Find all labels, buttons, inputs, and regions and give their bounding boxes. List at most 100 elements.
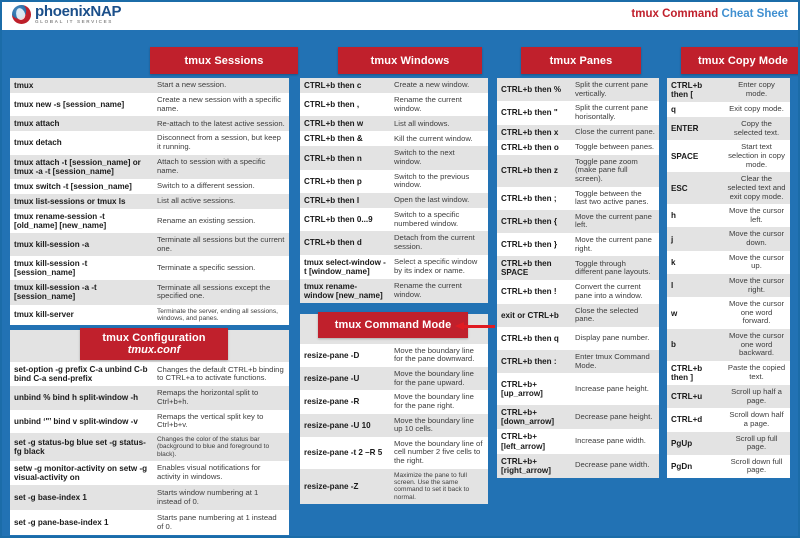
section-title-configuration: tmux Configuration tmux.conf	[80, 328, 228, 361]
row-key: tmux kill-session -a	[14, 240, 90, 250]
table-row: CTRL+b+ [up_arrow] Increase pane height.	[497, 373, 659, 406]
table-row: tmux rename-session -t [old_name] [new_n…	[10, 208, 289, 233]
logo-word-phoenix: phoenix	[35, 3, 91, 20]
row-desc: Scroll up full page.	[735, 433, 778, 452]
row-key: l	[671, 281, 674, 291]
column-copy-mode: tmux Copy Mode CTRL+b then [Enter copy m…	[663, 47, 800, 536]
table-row: CTRL+b then 0...9 Switch to a specific nu…	[300, 208, 488, 232]
row-desc: Re-attach to the latest active session.	[157, 118, 285, 128]
row-desc: Move the cursor one word backward.	[728, 331, 785, 358]
section-title-command-mode: tmux Command Mode	[318, 311, 468, 338]
table-row: resize-pane -U Move the boundary line for…	[300, 367, 488, 391]
row-key: resize-pane -Z	[304, 481, 359, 491]
row-key: CTRL+b then :	[501, 357, 557, 367]
table-row: CTRL+b then l Open the last window.	[300, 192, 488, 208]
table-row: CTRL+b then p Switch to the previous wind…	[300, 169, 488, 193]
table-row: CTRL+b then SPACE Toggle through differen…	[497, 256, 659, 281]
row-key: tmux kill-server	[14, 310, 74, 320]
table-row: CTRL+b then c Create a new window.	[300, 78, 488, 94]
row-key: unbind ‘"’ bind v split-window -v	[14, 416, 138, 426]
table-row: CTRL+b then ! Convert the current pane in…	[497, 280, 659, 304]
row-desc: Remaps the vertical split key to Ctrl+b+…	[157, 411, 264, 430]
table-row: PgDn Scroll down full page.	[667, 454, 790, 479]
table-row: tmux select-window -t [window_name] Selec…	[300, 254, 488, 279]
table-row: CTRL+u Scroll up half a page.	[667, 385, 790, 409]
row-desc: Move the cursor left.	[728, 206, 785, 224]
table-row: tmux attach -t [session_name] or tmux -a…	[10, 154, 289, 179]
section-title-configuration-file: tmux.conf	[127, 344, 181, 357]
table-row: CTRL+b then } Move the current pane right…	[497, 233, 659, 257]
row-desc: Move the cursor down.	[728, 229, 785, 248]
row-desc: Disconnect from a session, but keep it r…	[157, 133, 281, 151]
row-key: tmux rename-session -t [old_name] [new_n…	[14, 211, 107, 230]
row-key: CTRL+b then !	[501, 287, 557, 297]
phoenixnap-logo-icon	[12, 4, 31, 24]
row-desc: Switch to a different session.	[157, 180, 255, 190]
row-key: CTRL+b then c	[304, 81, 362, 90]
row-key: tmux rename-window [new_name]	[304, 281, 383, 300]
row-desc: Exit copy mode.	[729, 104, 784, 114]
table-row: ENTER Copy the selected text.	[667, 117, 790, 141]
row-desc: List all active sessions.	[157, 196, 236, 206]
row-desc: Toggle between the last two active panes…	[575, 188, 649, 207]
panel-configuration: set-option -g prefix C-a unbind C-b bind…	[10, 330, 289, 536]
section-title-copy-mode: tmux Copy Mode	[681, 47, 800, 74]
row-desc: Move the current pane right.	[575, 235, 652, 253]
table-sessions: tmux Start a new session. tmux new -s [se…	[10, 78, 289, 326]
table-row: CTRL+b then x Close the current pane.	[497, 124, 659, 140]
row-key: CTRL+b then x	[501, 127, 559, 137]
table-row: CTRL+b then w List all windows.	[300, 116, 488, 132]
row-key: tmux kill-session -t [session_name]	[14, 259, 88, 278]
row-desc: Copy the selected text.	[733, 119, 780, 137]
row-key: resize-pane -U 10	[304, 420, 371, 430]
table-row: setw -g monitor-activity on setw -g visu…	[10, 461, 289, 486]
row-key: tmux switch -t [session_name]	[14, 181, 132, 191]
section-title-command-mode-label: tmux Command Mode	[334, 318, 452, 331]
row-key: resize-pane -U	[304, 374, 360, 384]
table-row: CTRL+b+ [down_arrow] Decrease pane height…	[497, 405, 659, 430]
row-key: resize-pane -D	[304, 350, 360, 360]
table-row: CTRL+b then n Switch to the next window.	[300, 146, 488, 170]
row-key: set -g status-bg blue set -g status-fg b…	[14, 437, 146, 456]
row-key: b	[671, 340, 676, 350]
row-key: CTRL+b then l	[304, 195, 360, 205]
row-key: tmux kill-session -a -t [session_name]	[14, 283, 97, 302]
section-title-configuration-label: tmux Configuration	[102, 332, 206, 345]
row-desc: Maximize the pane to full screen. Use th…	[394, 471, 470, 501]
section-title-panes: tmux Panes	[521, 47, 641, 74]
panel-panes: CTRL+b then % Split the current pane vert…	[497, 78, 659, 478]
table-row: set -g status-bg blue set -g status-fg b…	[10, 432, 289, 461]
row-desc: Changes the color of the status bar (bac…	[157, 435, 270, 458]
table-row: CTRL+d Scroll down half a page.	[667, 408, 790, 432]
row-desc: Switch to the previous window.	[394, 171, 470, 190]
table-row: CTRL+b then , Rename the current window.	[300, 93, 488, 117]
row-key: ENTER	[671, 124, 699, 134]
table-row: tmux Start a new session.	[10, 78, 289, 94]
row-key: CTRL+b then q	[501, 333, 559, 343]
row-key: tmux new -s [session_name]	[14, 100, 125, 110]
panel-windows: CTRL+b then c Create a new window. CTRL+b…	[300, 78, 488, 303]
table-row: set-option -g prefix C-a unbind C-b bind…	[10, 362, 289, 387]
section-title-sessions: tmux Sessions	[150, 47, 298, 74]
cheat-sheet-page: phoenixNAP GLOBAL IT SERVICES tmux Comma…	[0, 0, 800, 538]
row-key: w	[671, 308, 678, 318]
row-key: CTRL+b then z	[501, 166, 558, 176]
logo-word-nap: NAP	[90, 3, 122, 20]
row-key: CTRL+b then o	[501, 142, 559, 152]
row-desc: Paste the copied text.	[727, 363, 786, 381]
column-sessions-configuration: tmux Sessions tmux Start a new session. t…	[2, 47, 298, 536]
row-key: exit or CTRL+b	[501, 310, 559, 320]
row-key: set-option -g prefix C-a unbind C-b bind…	[14, 365, 148, 384]
row-key: CTRL+b then "	[501, 108, 558, 118]
row-desc: Attach to session with a specific name.	[157, 157, 266, 175]
table-row: k Move the cursor up.	[667, 250, 790, 274]
row-desc: Move the boundary line for the pane down…	[394, 345, 475, 364]
row-desc: Move the boundary line of cell number 2 …	[394, 438, 483, 465]
row-desc: Increase pane height.	[575, 383, 649, 393]
section-title-panes-label: tmux Panes	[549, 54, 613, 67]
command-mode-pointer-arrow	[455, 322, 495, 331]
content-grid: tmux Sessions tmux Start a new session. t…	[2, 47, 800, 536]
row-desc: List all windows.	[394, 118, 450, 128]
row-key: CTRL+b then }	[501, 240, 557, 250]
table-row: b Move the cursor one word backward.	[667, 329, 790, 361]
